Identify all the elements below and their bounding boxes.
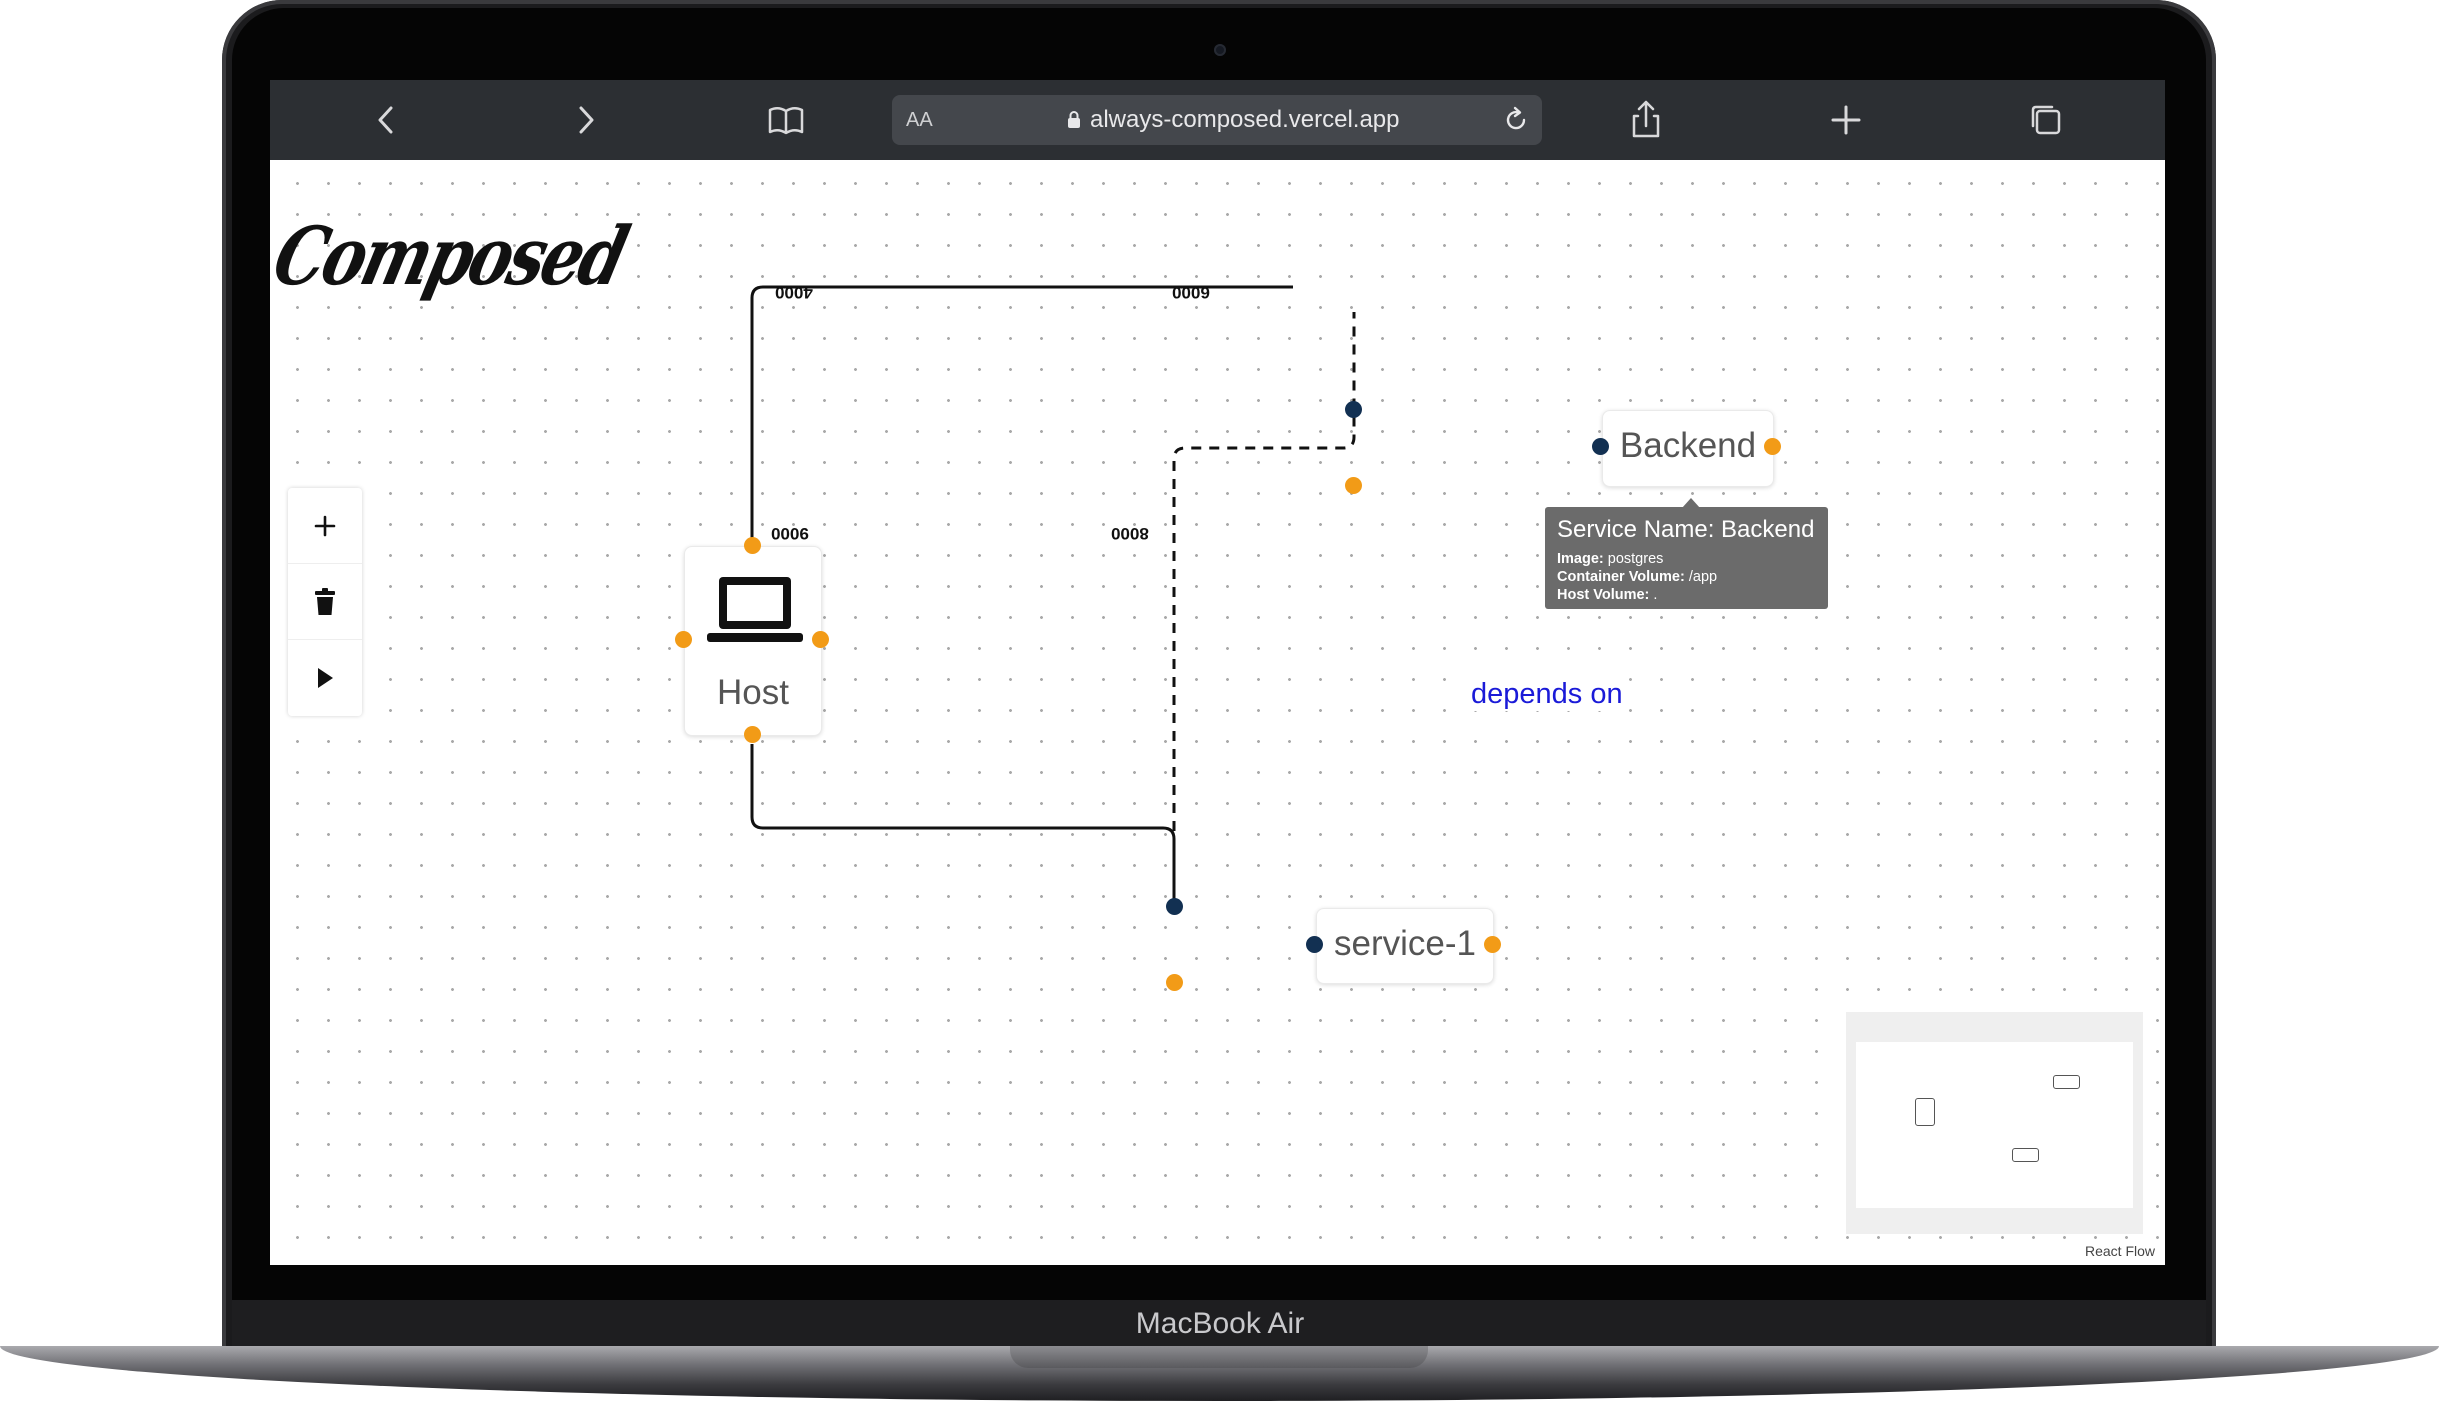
handle-output[interactable] xyxy=(744,726,761,743)
node-host[interactable]: Host xyxy=(684,546,822,736)
node-label: service-1 xyxy=(1334,924,1476,963)
edge-port-label: 4000 xyxy=(775,283,813,302)
handle-output[interactable] xyxy=(812,631,829,648)
node-label: Backend xyxy=(1619,426,1757,465)
tooltip-line: Image: postgres xyxy=(1557,551,1664,567)
minimap[interactable] xyxy=(1846,1012,2143,1234)
node-label: Host xyxy=(717,673,789,712)
laptop-notch xyxy=(1010,1346,1428,1368)
minimap-node xyxy=(2053,1075,2080,1089)
camera-icon xyxy=(1214,44,1226,56)
handle-output[interactable] xyxy=(1166,974,1183,991)
edge-host-backend[interactable] xyxy=(750,285,1293,560)
handle-output[interactable] xyxy=(675,631,692,648)
handle-output[interactable] xyxy=(1764,438,1781,455)
edge-port-label: 9000 xyxy=(771,524,809,543)
edge-host-service[interactable] xyxy=(750,744,1176,903)
handle-output[interactable] xyxy=(744,537,761,554)
edge-port-label: 8000 xyxy=(1111,524,1149,543)
node-backend[interactable]: Backend xyxy=(1602,410,1774,487)
laptop-icon xyxy=(707,577,803,642)
minimap-node xyxy=(1915,1098,1935,1126)
edge-port-label: 6000 xyxy=(1172,283,1210,302)
handle-input[interactable] xyxy=(1345,401,1362,418)
tooltip-line: Host Volume: . xyxy=(1557,587,1658,603)
edge-dependency[interactable] xyxy=(1172,312,1356,903)
tooltip-line: Container Volume: /app xyxy=(1557,569,1718,585)
dependency-label: depends on xyxy=(1467,678,1627,711)
tooltip-title: Service Name: Backend xyxy=(1557,516,1815,543)
handle-output[interactable] xyxy=(1484,936,1501,953)
minimap-node xyxy=(2012,1148,2039,1162)
handle-output[interactable] xyxy=(1345,477,1362,494)
handle-input[interactable] xyxy=(1592,438,1609,455)
service-tooltip: Service Name: Backend Image: postgres Co… xyxy=(1545,507,1828,609)
attribution-link[interactable]: React Flow xyxy=(2085,1243,2155,1259)
device-label: MacBook Air xyxy=(1135,1307,1305,1340)
screen: AA always-composed.vercel.app Composed 4… xyxy=(270,80,2165,1265)
handle-input[interactable] xyxy=(1166,898,1183,915)
handle-input[interactable] xyxy=(1306,936,1323,953)
node-service-1[interactable]: service-1 xyxy=(1316,908,1494,984)
minimap-viewport xyxy=(1856,1042,2133,1208)
